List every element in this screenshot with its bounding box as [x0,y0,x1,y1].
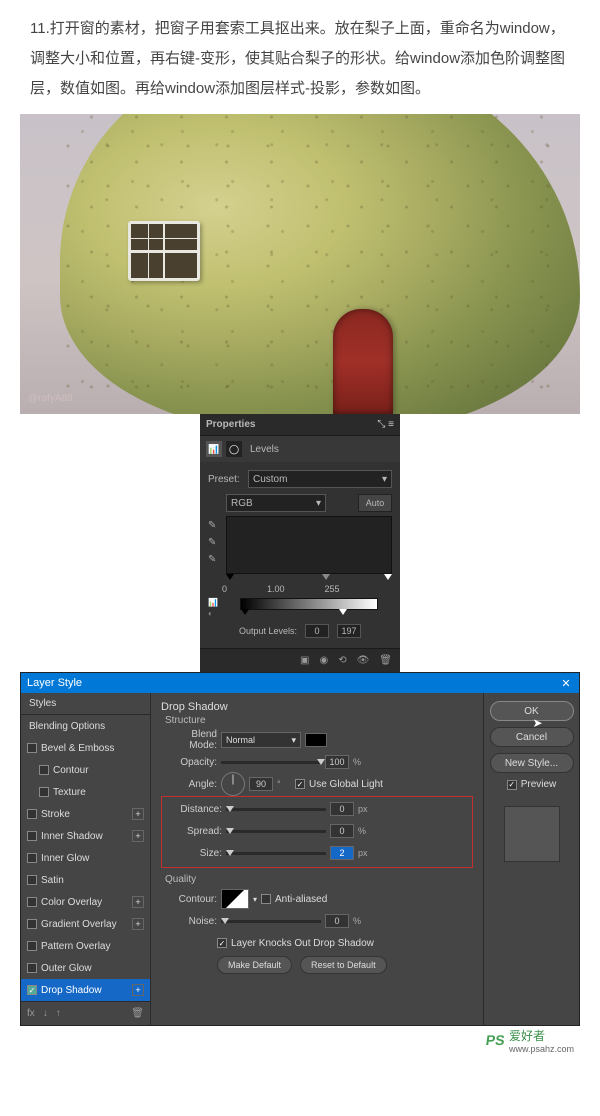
global-light-checkbox[interactable] [295,779,305,789]
pear-window [128,221,200,281]
structure-label: Structure [161,715,473,726]
channel-dropdown[interactable]: RGB▾ [226,494,326,512]
adjustment-type: Levels [250,444,279,455]
bevel-item[interactable]: Bevel & Emboss [21,737,150,759]
contour-item[interactable]: Contour [21,759,150,781]
contour-picker[interactable] [221,889,249,909]
ok-button[interactable]: OK ➤ [490,701,574,721]
close-icon[interactable]: ✕ [559,676,573,690]
preview-thumbnail [504,806,560,862]
styles-header[interactable]: Styles [21,693,150,715]
color-overlay-item[interactable]: Color Overlay+ [21,891,150,913]
histogram [226,516,392,574]
mask-icon[interactable]: ◯ [226,441,242,457]
input-white-value: 255 [325,584,340,594]
knockout-checkbox[interactable] [217,938,227,948]
reset-icon[interactable]: ⟲ [338,655,346,666]
output-gradient[interactable] [240,598,378,610]
pear-door [333,309,393,414]
distance-slider[interactable] [226,808,326,811]
size-value[interactable]: 2 [330,846,354,860]
input-black-value: 0 [222,584,227,594]
noise-label: Noise: [161,916,217,927]
opacity-label: Opacity: [161,757,217,768]
distance-value[interactable]: 0 [330,802,354,816]
noise-slider[interactable] [221,920,321,923]
view-prev-icon[interactable]: ◉ [319,655,328,666]
reset-default-button[interactable]: Reset to Default [300,956,387,974]
contour-label: Contour: [161,894,217,905]
drop-shadow-title: Drop Shadow [161,701,473,713]
preview-label: Preview [521,779,557,790]
knockout-label: Layer Knocks Out Drop Shadow [231,938,374,949]
gray-eyedropper-icon[interactable]: ✎ [208,537,222,548]
output-label: Output Levels: [239,626,297,636]
pattern-overlay-item[interactable]: Pattern Overlay [21,935,150,957]
make-default-button[interactable]: Make Default [217,956,292,974]
trash-fx-icon[interactable]: 🗑 [131,1008,144,1019]
drop-shadow-item[interactable]: ✓Drop Shadow+ [21,979,150,1001]
preset-dropdown[interactable]: Custom▾ [248,470,392,488]
trash-icon[interactable]: 🗑 [379,655,392,666]
inner-shadow-item[interactable]: Inner Shadow+ [21,825,150,847]
stroke-item[interactable]: Stroke+ [21,803,150,825]
gradient-overlay-item[interactable]: Gradient Overlay+ [21,913,150,935]
fx-label: fx [27,1008,35,1019]
properties-title: Properties [206,419,255,430]
cursor-icon: ⤡ ≡ [377,419,394,430]
satin-item[interactable]: Satin [21,869,150,891]
clip-icon[interactable]: ▣ [300,655,309,666]
size-slider[interactable] [226,852,326,855]
input-mid-value: 1.00 [267,584,285,594]
blend-mode-label: Blend Mode: [161,729,217,751]
properties-panel: Properties ⤡ ≡ 📊 ◯ Levels Preset: Custom… [200,414,400,672]
noise-value[interactable]: 0 [325,914,349,928]
shadow-color-swatch[interactable] [305,733,327,747]
angle-dial[interactable] [221,772,245,796]
black-eyedropper-icon[interactable]: ✎ [208,520,222,531]
preset-label: Preset: [208,474,244,485]
opacity-value[interactable]: 100 [325,755,349,769]
output-black-value[interactable]: 0 [305,624,329,638]
preview-checkbox[interactable] [507,780,517,790]
outer-glow-item[interactable]: Outer Glow [21,957,150,979]
angle-label: Angle: [161,779,217,790]
angle-value[interactable]: 90 [249,777,273,791]
auto-button[interactable]: Auto [358,494,392,512]
levels-icon[interactable]: 📊 [206,441,222,457]
global-light-label: Use Global Light [309,779,383,790]
quality-label: Quality [161,874,473,885]
size-label: Size: [166,848,222,859]
spread-label: Spread: [166,826,222,837]
add-fx-icon[interactable]: ↓ [43,1008,48,1019]
output-white-value[interactable]: 197 [337,624,361,638]
tutorial-image: @rafyA88 [20,114,580,414]
article-instruction: 11.打开窗的素材，把窗子用套索工具抠出来。放在梨子上面，重命名为window，… [0,0,600,114]
visibility-icon[interactable]: 👁 [357,655,370,666]
site-watermark: PS 爱好者 www.psahz.com [20,1026,580,1054]
up-fx-icon[interactable]: ↑ [56,1008,61,1019]
dialog-title: Layer Style [27,677,82,689]
inner-glow-item[interactable]: Inner Glow [21,847,150,869]
antialiased-checkbox[interactable] [261,894,271,904]
highlighted-params: Distance: 0 px Spread: 0 % Size: 2 px [161,796,473,868]
blending-options-item[interactable]: Blending Options [21,715,150,737]
dialog-titlebar[interactable]: Layer Style ✕ [21,673,579,693]
image-credit: @rafyA88 [28,393,73,404]
new-style-button[interactable]: New Style... [490,753,574,773]
texture-item[interactable]: Texture [21,781,150,803]
opacity-slider[interactable] [221,761,321,764]
antialiased-label: Anti-aliased [275,894,327,905]
input-slider[interactable] [226,574,392,582]
spread-slider[interactable] [226,830,326,833]
spread-value[interactable]: 0 [330,824,354,838]
blend-mode-dropdown[interactable]: Normal▾ [221,732,301,748]
cancel-button[interactable]: Cancel [490,727,574,747]
layer-style-dialog: Layer Style ✕ Styles Blending Options Be… [20,672,580,1026]
distance-label: Distance: [166,804,222,815]
white-eyedropper-icon[interactable]: ✎ [208,554,222,565]
